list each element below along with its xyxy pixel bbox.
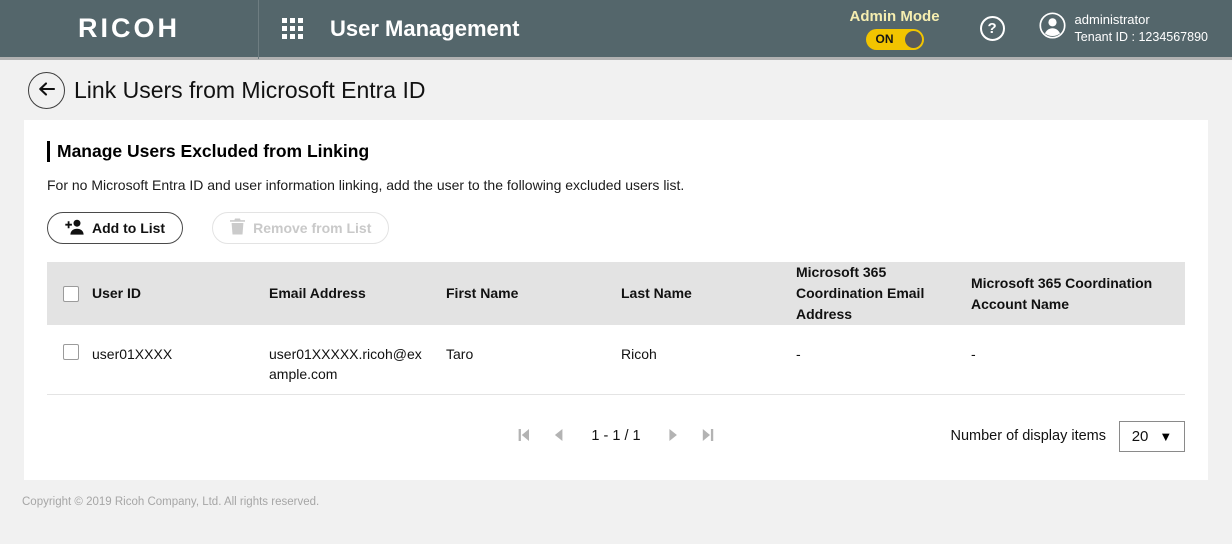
toggle-knob [905,31,922,48]
table-footer-row: 1 - 1 / 1 Number of display items 2 [47,419,1185,453]
table-row: user01XXXX user01XXXXX.ricoh@example.com… [47,325,1185,395]
pagination: 1 - 1 / 1 [514,419,717,453]
cell-m365-email: - [796,325,971,364]
column-header-email: Email Address [269,283,446,304]
content-card: Manage Users Excluded from Linking For n… [24,120,1208,480]
display-items-label: Number of display items [950,428,1106,444]
cell-first-name: Taro [446,325,621,364]
page-range-label: 1 - 1 / 1 [591,428,640,444]
cell-last-name: Ricoh [621,325,796,364]
caret-down-icon: ▼ [1159,430,1172,443]
display-items-value: 20 [1132,428,1149,445]
remove-from-list-label: Remove from List [253,220,371,236]
app-header: RICOH User Management Admin Mode ON ? [0,0,1232,60]
next-page-button[interactable] [665,426,683,447]
first-page-icon [514,426,532,447]
excluded-users-table: User ID Email Address First Name Last Na… [47,262,1185,395]
next-page-icon [665,426,683,447]
section-description: For no Microsoft Entra ID and user infor… [47,177,1185,193]
cell-user-id: user01XXXX [92,325,269,364]
column-header-last-name: Last Name [621,283,796,304]
first-page-button[interactable] [514,426,532,447]
column-header-m365-email: Microsoft 365 Coordination Email Address [796,262,971,325]
display-items-select[interactable]: 20 ▼ [1119,421,1185,452]
table-header-row: User ID Email Address First Name Last Na… [47,262,1185,325]
app-title: User Management [330,16,520,42]
toolbar: Add to List Remove from List [47,212,1185,244]
account-name: administrator [1075,11,1208,29]
back-arrow-icon [36,79,57,102]
display-items-control: Number of display items 20 ▼ [950,419,1185,453]
account-text: administrator Tenant ID : 1234567890 [1075,11,1208,45]
help-icon[interactable]: ? [980,16,1005,41]
row-select-cell [47,325,92,360]
add-user-icon [65,218,84,239]
add-to-list-label: Add to List [92,220,165,236]
admin-mode-control: Admin Mode ON [850,8,940,50]
trash-icon [230,218,245,238]
user-avatar-icon [1039,12,1066,44]
remove-from-list-button[interactable]: Remove from List [212,212,389,244]
section-header: Manage Users Excluded from Linking [47,120,1185,162]
previous-page-icon [549,426,567,447]
copyright-text: Copyright © 2019 Ricoh Company, Ltd. All… [22,496,319,508]
heading-accent-bar [47,141,50,162]
ricoh-logo: RICOH [0,13,258,44]
cell-email: user01XXXXX.ricoh@example.com [269,325,446,385]
previous-page-button[interactable] [549,426,567,447]
select-all-cell [47,286,92,302]
select-all-checkbox[interactable] [63,286,79,302]
column-header-m365-account: Microsoft 365 Coordination Account Name [971,273,1185,315]
page-titlebar: Link Users from Microsoft Entra ID [0,60,1232,120]
toggle-state-label: ON [876,32,894,46]
app-grid-icon[interactable] [282,18,303,39]
header-right: Admin Mode ON ? administrator Tenant ID … [850,8,1232,50]
back-button[interactable] [28,72,65,109]
admin-mode-toggle[interactable]: ON [866,29,924,50]
last-page-button[interactable] [700,426,718,447]
header-divider [258,0,259,59]
page-title: Link Users from Microsoft Entra ID [74,77,425,104]
column-header-first-name: First Name [446,283,621,304]
tenant-id: Tenant ID : 1234567890 [1075,29,1208,46]
account-menu[interactable]: administrator Tenant ID : 1234567890 [1039,11,1208,45]
help-glyph: ? [987,20,996,37]
row-checkbox[interactable] [63,344,79,360]
add-to-list-button[interactable]: Add to List [47,212,183,244]
app-footer: Copyright © 2019 Ricoh Company, Ltd. All… [0,480,1232,510]
column-header-user-id: User ID [92,283,269,304]
last-page-icon [700,426,718,447]
section-heading: Manage Users Excluded from Linking [57,141,369,162]
admin-mode-label: Admin Mode [850,8,940,25]
cell-m365-account: - [971,325,1185,364]
